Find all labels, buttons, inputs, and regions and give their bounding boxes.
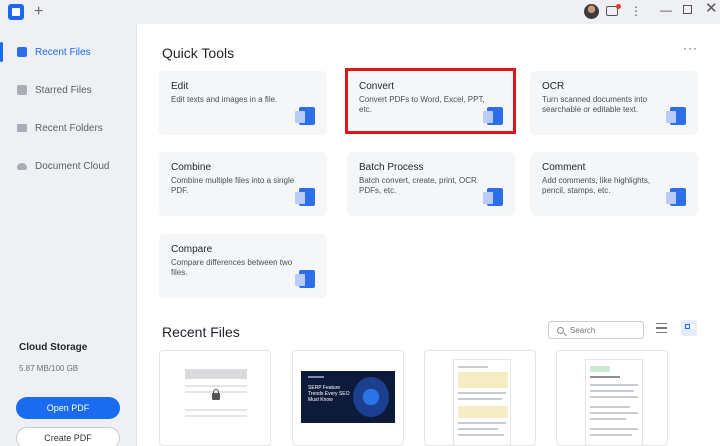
- ocr-icon: [666, 107, 686, 125]
- file-thumbnail: [185, 369, 247, 429]
- tool-title: Combine: [171, 162, 212, 173]
- comment-icon: [666, 188, 686, 206]
- notification-dot: [616, 4, 621, 9]
- sidebar-item-label: Document Cloud: [35, 160, 110, 172]
- title-bar: + ⋮ — ✕: [0, 0, 720, 24]
- recent-file-card[interactable]: SERP Feature Trends Every SEO Must Know: [292, 350, 404, 446]
- recent-files-title: Recent Files: [162, 324, 240, 340]
- cloud-icon: [17, 162, 27, 170]
- tool-card-batch-process[interactable]: Batch Process Batch convert, create, pri…: [347, 152, 515, 216]
- search-input[interactable]: [570, 325, 640, 335]
- tool-description: Turn scanned documents into searchable o…: [542, 95, 648, 114]
- main-panel: Quick Tools ··· Edit Edit texts and imag…: [137, 24, 720, 446]
- create-pdf-button[interactable]: Create PDF: [16, 427, 120, 446]
- more-options-icon[interactable]: ···: [683, 41, 698, 55]
- tool-card-ocr[interactable]: OCR Turn scanned documents into searchab…: [530, 71, 698, 135]
- tool-title: Edit: [171, 81, 189, 92]
- tool-description: Add comments, like highlights, pencil, s…: [542, 176, 651, 195]
- open-pdf-button[interactable]: Open PDF: [16, 397, 120, 419]
- tool-description: Combine multiple files into a single PDF…: [171, 176, 295, 195]
- recent-files-icon: [17, 47, 27, 57]
- cloud-storage-usage: 5.87 MB/100 GB: [19, 364, 79, 373]
- search-box[interactable]: [548, 321, 644, 339]
- minimize-icon[interactable]: —: [660, 2, 672, 18]
- compare-icon: [295, 270, 315, 288]
- tool-description: Batch convert, create, print, OCR PDFs, …: [359, 176, 477, 195]
- recent-file-card[interactable]: [159, 350, 271, 446]
- batch-process-icon: [483, 188, 503, 206]
- tool-description: Edit texts and images in a file.: [171, 95, 278, 104]
- sidebar-item-label: Starred Files: [35, 84, 92, 96]
- sidebar: Recent Files Starred Files Recent Folder…: [0, 24, 137, 446]
- avatar[interactable]: [584, 4, 599, 19]
- folder-icon: [17, 124, 27, 132]
- cloud-storage-title: Cloud Storage: [19, 342, 88, 353]
- sidebar-item-label: Recent Folders: [35, 122, 103, 134]
- sidebar-item-document-cloud[interactable]: Document Cloud: [0, 152, 137, 180]
- sidebar-item-recent-folders[interactable]: Recent Folders: [0, 114, 137, 142]
- app-logo-icon: [8, 4, 24, 20]
- lock-icon: [212, 389, 220, 400]
- close-icon[interactable]: ✕: [705, 1, 718, 17]
- convert-highlight-box: [345, 68, 516, 134]
- new-tab-icon[interactable]: +: [34, 2, 43, 22]
- edit-icon: [295, 107, 315, 125]
- combine-icon: [295, 188, 315, 206]
- quick-tools-title: Quick Tools: [162, 45, 235, 61]
- tool-title: Comment: [542, 162, 586, 173]
- file-thumbnail: [585, 359, 643, 445]
- tool-title: OCR: [542, 81, 565, 92]
- maximize-icon[interactable]: [683, 5, 692, 14]
- tool-card-edit[interactable]: Edit Edit texts and images in a file.: [159, 71, 327, 135]
- sidebar-item-recent-files[interactable]: Recent Files: [0, 38, 137, 66]
- tool-title: Compare: [171, 244, 213, 255]
- tool-card-compare[interactable]: Compare Compare differences between two …: [159, 234, 327, 298]
- tool-card-comment[interactable]: Comment Add comments, like highlights, p…: [530, 152, 698, 216]
- recent-file-card[interactable]: [424, 350, 536, 446]
- tool-description: Compare differences between two files.: [171, 258, 293, 277]
- recent-file-card[interactable]: [556, 350, 668, 446]
- star-icon: [17, 85, 27, 95]
- thumbnail-title: SERP Feature Trends Every SEO Must Know: [308, 385, 350, 403]
- sidebar-item-label: Recent Files: [35, 46, 91, 58]
- grid-view-icon[interactable]: [681, 320, 697, 336]
- kebab-menu-icon[interactable]: ⋮: [630, 3, 642, 19]
- sidebar-item-starred-files[interactable]: Starred Files: [0, 76, 137, 104]
- file-thumbnail: [453, 359, 511, 445]
- file-thumbnail: SERP Feature Trends Every SEO Must Know: [301, 371, 395, 423]
- list-view-icon[interactable]: [656, 323, 667, 333]
- search-icon: [557, 326, 564, 334]
- tool-title: Batch Process: [359, 162, 424, 173]
- tool-card-combine[interactable]: Combine Combine multiple files into a si…: [159, 152, 327, 216]
